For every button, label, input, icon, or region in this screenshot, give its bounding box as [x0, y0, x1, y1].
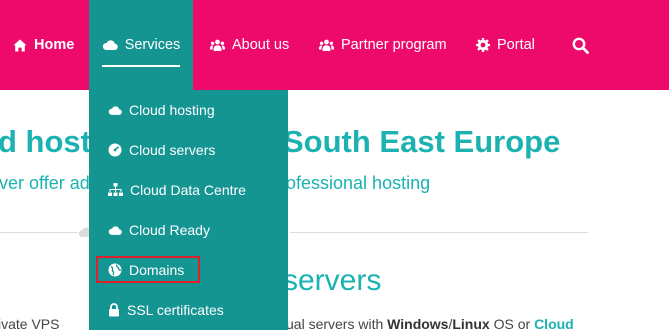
- menu-item-label: Cloud hosting: [129, 102, 215, 118]
- divider-right: [290, 232, 588, 233]
- menu-item-cloud-data-centre[interactable]: Cloud Data Centre: [108, 178, 246, 202]
- dashboard-icon: [108, 143, 122, 157]
- menu-item-label: Cloud Data Centre: [130, 182, 246, 198]
- cloud-icon: [108, 225, 122, 235]
- users-icon: [210, 39, 225, 51]
- gear-icon: [476, 38, 490, 52]
- hero-subtitle-right: ofessional hosting: [286, 173, 431, 193]
- nav-home-label: Home: [34, 37, 75, 53]
- nav-portal-label: Portal: [497, 37, 535, 53]
- lock-icon: [109, 303, 119, 317]
- nav-partner-label: Partner program: [341, 37, 447, 53]
- menu-item-label: Cloud servers: [129, 142, 216, 158]
- nav-about[interactable]: About us: [210, 0, 289, 90]
- nav-services[interactable]: Services: [89, 0, 193, 90]
- services-dropdown: Cloud hosting Cloud servers Cloud Data C…: [89, 90, 288, 330]
- menu-item-label: SSL certificates: [127, 302, 224, 318]
- menu-item-cloud-servers[interactable]: Cloud servers: [108, 138, 215, 162]
- nav-about-label: About us: [232, 37, 290, 53]
- hero-subtitle-left: ver offer ad: [0, 173, 90, 193]
- nav-home[interactable]: Home: [13, 0, 74, 90]
- menu-item-ssl-certificates[interactable]: SSL certificates: [108, 298, 224, 322]
- users-icon: [319, 39, 334, 51]
- divider-left: [0, 232, 78, 233]
- menu-item-cloud-hosting[interactable]: Cloud hosting: [108, 98, 215, 122]
- sitemap-icon: [108, 183, 123, 196]
- highlight-box: [96, 256, 200, 283]
- hero-title-right: South East Europe: [283, 124, 561, 159]
- cloud-icon: [108, 105, 122, 115]
- search-icon: [572, 37, 589, 54]
- top-navigation: Home Services About us Partner program P…: [0, 0, 669, 90]
- nav-partner-program[interactable]: Partner program: [319, 0, 447, 90]
- home-icon: [13, 39, 27, 51]
- hero-title-left: d host: [0, 124, 91, 159]
- search-button[interactable]: [572, 0, 596, 90]
- nav-services-label: Services: [124, 37, 181, 53]
- nav-portal[interactable]: Portal: [476, 0, 535, 90]
- menu-item-label: Cloud Ready: [129, 222, 210, 238]
- cloud-icon: [102, 40, 118, 51]
- menu-item-cloud-ready[interactable]: Cloud Ready: [108, 218, 210, 242]
